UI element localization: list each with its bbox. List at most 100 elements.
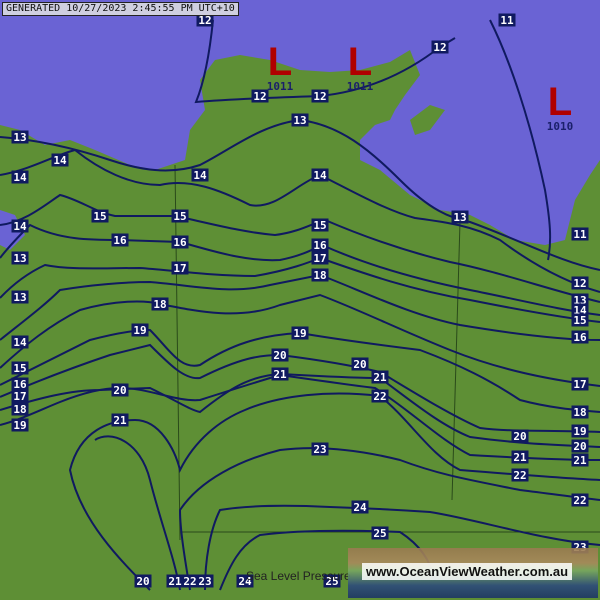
svg-text:16: 16 [173,236,187,249]
svg-text:20: 20 [136,575,149,588]
low-pressure-value: 1011 [267,80,294,93]
svg-text:18: 18 [313,269,326,282]
svg-text:18: 18 [13,403,26,416]
generated-timestamp: GENERATED 10/27/2023 2:45:55 PM UTC+10 [2,2,239,16]
svg-text:16: 16 [313,239,327,252]
isobar-label-11: 11 [571,227,589,241]
isobar-label-18: 18 [151,297,169,311]
isobar-label-15: 15 [311,218,329,232]
isobar-label-14: 14 [191,168,209,182]
isobar-label-11: 11 [498,13,516,27]
svg-text:19: 19 [13,419,26,432]
svg-text:23: 23 [198,575,211,588]
svg-text:14: 14 [53,154,67,167]
isobar-label-24: 24 [351,500,369,514]
svg-text:11: 11 [573,228,587,241]
isobar-label-21: 21 [511,450,529,464]
svg-text:14: 14 [13,220,27,233]
svg-text:21: 21 [273,368,287,381]
svg-text:13: 13 [293,114,306,127]
isobar-label-25: 25 [371,526,389,540]
isobar-label-18: 18 [311,268,329,282]
low-pressure-value: 1011 [347,80,374,93]
svg-text:20: 20 [353,358,366,371]
isobar-label-16: 16 [111,233,129,247]
isobar-label-23: 23 [311,442,329,456]
isobar-label-15: 15 [91,209,109,223]
isobar-label-14: 14 [11,335,29,349]
low-pressure-centre: L1011 [347,40,374,93]
svg-text:21: 21 [113,414,127,427]
isobar-label-17: 17 [311,251,329,265]
svg-text:17: 17 [313,252,326,265]
isobar-label-12: 12 [571,276,589,290]
isobar-label-21: 21 [111,413,129,427]
isobar-label-20: 20 [111,383,129,397]
low-pressure-value: 1010 [547,120,574,133]
svg-text:13: 13 [13,291,26,304]
isobar-label-17: 17 [571,377,589,391]
isobar-label-20: 20 [571,439,589,453]
isobar-label-20: 20 [134,574,152,588]
svg-text:24: 24 [353,501,367,514]
svg-text:12: 12 [253,90,266,103]
low-pressure-centre: L1011 [267,40,294,93]
svg-text:15: 15 [173,210,186,223]
isobar-label-20: 20 [271,348,289,362]
isobar-label-17: 17 [11,389,29,403]
isobar-label-14: 14 [11,219,29,233]
svg-text:21: 21 [168,575,182,588]
isobar-label-19: 19 [131,323,149,337]
svg-text:14: 14 [313,169,327,182]
isobar-label-21: 21 [371,370,389,384]
watermark-link[interactable]: www.OceanViewWeather.com.au [362,563,573,580]
isobar-label-19: 19 [11,418,29,432]
isobar-label-16: 16 [571,330,589,344]
svg-text:20: 20 [513,430,526,443]
svg-text:21: 21 [513,451,527,464]
isobar-label-14: 14 [11,170,29,184]
svg-text:17: 17 [13,390,26,403]
isobar-label-15: 15 [571,313,589,327]
svg-text:15: 15 [13,362,26,375]
isobar-label-18: 18 [571,405,589,419]
svg-text:12: 12 [313,90,326,103]
isobar-label-15: 15 [11,361,29,375]
isobar-label-13: 13 [291,113,309,127]
isobar-label-13: 13 [11,130,29,144]
svg-text:17: 17 [573,378,586,391]
isobar-label-16: 16 [11,377,29,391]
svg-text:13: 13 [453,211,466,224]
svg-text:14: 14 [13,171,27,184]
isobar-label-22: 22 [371,389,389,403]
svg-text:15: 15 [313,219,326,232]
isobar-label-13: 13 [11,251,29,265]
isobar-label-21: 21 [271,367,289,381]
isobar-label-20: 20 [351,357,369,371]
isobar-label-16: 16 [311,238,329,252]
svg-text:16: 16 [573,331,587,344]
svg-text:23: 23 [313,443,326,456]
svg-text:12: 12 [433,41,446,54]
isobar-label-22: 22 [511,468,529,482]
svg-text:22: 22 [373,390,386,403]
isobar-label-15: 15 [171,209,189,223]
svg-text:12: 12 [573,277,586,290]
isobar-label-14: 14 [311,168,329,182]
svg-text:17: 17 [173,262,186,275]
isobar-label-17: 17 [171,261,189,275]
svg-text:14: 14 [193,169,207,182]
svg-text:15: 15 [573,314,586,327]
isobar-label-21: 21 [166,574,184,588]
pressure-map-canvas: 12 11 12 12 12 13 13 14 14 14 14 13 11 14 15 15 15 16 16 16… [0,0,600,600]
svg-text:11: 11 [500,14,514,27]
low-letter: L [348,40,372,84]
svg-text:25: 25 [373,527,386,540]
svg-text:18: 18 [153,298,166,311]
isobar-label-13: 13 [451,210,469,224]
isobar-label-22: 22 [571,493,589,507]
isobar-label-20: 20 [511,429,529,443]
svg-text:19: 19 [133,324,146,337]
svg-text:20: 20 [273,349,286,362]
isobar-label-14: 14 [51,153,69,167]
